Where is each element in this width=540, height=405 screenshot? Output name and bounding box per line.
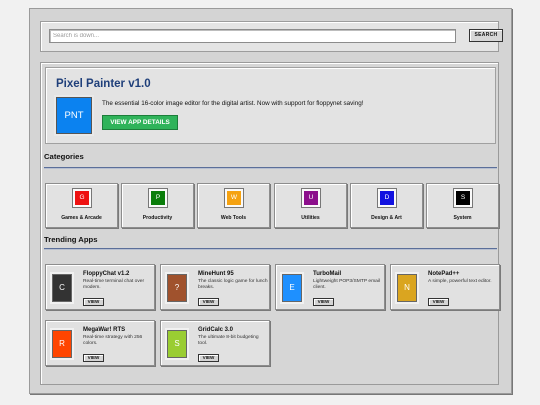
- app-description: Lightweight POP3/SMTP email client.: [313, 279, 381, 290]
- view-app-details-button[interactable]: VIEW APP DETAILS: [102, 115, 178, 130]
- trending-app-card[interactable]: N NotePad++ A simple, powerful text editor…: [390, 264, 500, 310]
- view-app-button[interactable]: VIEW: [198, 354, 219, 362]
- category-label: Web Tools: [220, 215, 247, 221]
- app-name: NotePad++: [428, 271, 460, 277]
- trending-app-card[interactable]: C FloppyChat v1.2 Real-time terminal chat …: [45, 264, 155, 310]
- trending-app-card[interactable]: R MegaWar! RTS Real-time strategy with 256…: [45, 320, 155, 366]
- featured-app-panel: Pixel Painter v1.0 PNT The essential 16-…: [45, 67, 496, 144]
- app-description: Real-time terminal chat over modem.: [83, 279, 145, 290]
- category-card[interactable]: D Design & Art: [350, 183, 423, 228]
- view-app-button[interactable]: VIEW: [83, 298, 104, 306]
- trending-app-card[interactable]: S GridCalc 3.0 The ultimate 8-bit budgetin…: [160, 320, 270, 366]
- category-icon: D: [377, 188, 397, 208]
- app-description: The classic logic game for lunch breaks.: [198, 279, 268, 290]
- category-icon: W: [224, 188, 244, 208]
- app-name: MineHunt 95: [198, 271, 234, 277]
- app-icon: ?: [165, 272, 189, 304]
- main-content: Pixel Painter v1.0 PNT The essential 16-…: [40, 62, 500, 385]
- featured-app-icon[interactable]: PNT: [54, 95, 94, 136]
- category-card[interactable]: P Productivity: [121, 183, 194, 228]
- category-icon: S: [453, 188, 473, 208]
- trending-app-card[interactable]: ? MineHunt 95 The classic logic game for l…: [160, 264, 270, 310]
- view-app-button[interactable]: VIEW: [428, 298, 449, 306]
- category-label: Games & Arcade: [61, 215, 102, 221]
- trending-divider: [44, 248, 497, 250]
- app-name: FloppyChat v1.2: [83, 271, 130, 277]
- category-icon: G: [72, 188, 92, 208]
- app-icon: E: [280, 272, 304, 304]
- search-button[interactable]: SEARCH: [469, 29, 503, 42]
- app-icon: R: [50, 328, 74, 360]
- featured-app-description: The essential 16-color image editor for …: [102, 100, 364, 107]
- app-icon: N: [395, 272, 419, 304]
- category-card[interactable]: W Web Tools: [197, 183, 270, 228]
- view-app-button[interactable]: VIEW: [198, 298, 219, 306]
- app-store-window: SEARCH Pixel Painter v1.0 PNT The essent…: [29, 8, 512, 394]
- app-description: The ultimate 8-bit budgeting tool.: [198, 335, 259, 346]
- search-bar: SEARCH: [40, 21, 503, 52]
- app-name: TurboMail: [313, 271, 342, 277]
- search-input[interactable]: [49, 29, 456, 43]
- featured-app-title: Pixel Painter v1.0: [56, 78, 151, 90]
- view-app-button[interactable]: VIEW: [83, 354, 104, 362]
- app-icon: C: [50, 272, 74, 304]
- category-label: Utilities: [301, 215, 320, 221]
- app-name: MegaWar! RTS: [83, 327, 126, 333]
- categories-divider: [44, 167, 497, 169]
- category-label: System: [453, 215, 472, 221]
- category-icon: U: [301, 188, 321, 208]
- view-app-button[interactable]: VIEW: [313, 298, 334, 306]
- category-card[interactable]: G Games & Arcade: [45, 183, 118, 228]
- trending-app-card[interactable]: E TurboMail Lightweight POP3/SMTP email cl…: [275, 264, 385, 310]
- categories-heading: Categories: [44, 152, 84, 161]
- category-label: Productivity: [142, 215, 173, 221]
- trending-heading: Trending Apps: [44, 235, 98, 244]
- category-card[interactable]: S System: [426, 183, 499, 228]
- app-description: A simple, powerful text editor.: [428, 279, 492, 284]
- category-icon: P: [148, 188, 168, 208]
- app-description: Real-time strategy with 256 colors.: [83, 335, 143, 346]
- app-name: GridCalc 3.0: [198, 327, 234, 333]
- category-card[interactable]: U Utilities: [274, 183, 347, 228]
- category-label: Design & Art: [371, 215, 402, 221]
- app-icon: S: [165, 328, 189, 360]
